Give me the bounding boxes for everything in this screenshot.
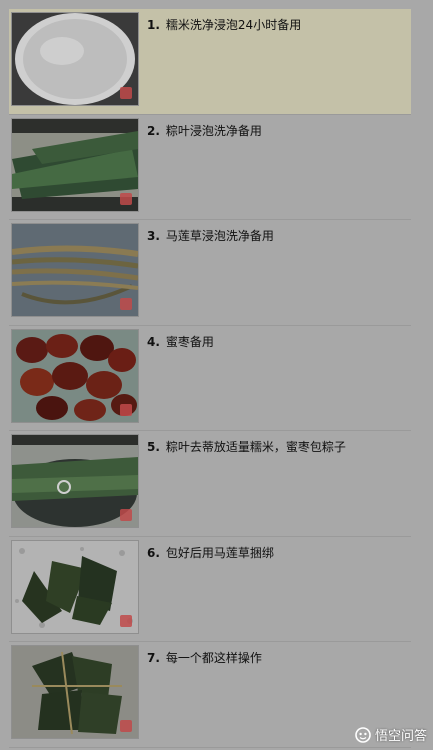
recipe-step[interactable]: 6. 包好后用马莲草捆绑 [9, 537, 411, 642]
step-description: 蜜枣备用 [165, 334, 214, 349]
recipe-step[interactable]: 4. 蜜枣备用 [9, 326, 411, 431]
recipe-step[interactable]: 1. 糯米洗净浸泡24小时备用 [9, 9, 411, 115]
brand-watermark: 悟空问答 [355, 725, 427, 744]
step-description: 包好后用马莲草捆绑 [165, 545, 274, 560]
step-text: 3. 马莲草浸泡洗净备用 [147, 228, 274, 244]
step-description: 粽叶浸泡洗净备用 [165, 123, 262, 138]
watermark-stamp [120, 192, 132, 205]
step-description: 糯米洗净浸泡24小时备用 [165, 18, 302, 32]
step-1-image[interactable] [11, 12, 139, 106]
step-2-image[interactable] [11, 117, 139, 212]
step-text: 7. 每一个都这样操作 [147, 650, 262, 666]
watermark-stamp [120, 614, 132, 627]
step-number: 2. [147, 123, 160, 138]
step-6-image[interactable] [11, 539, 139, 634]
watermark-stamp [120, 720, 132, 732]
step-description: 粽叶去蒂放适量糯米，蜜枣包粽子 [165, 440, 346, 454]
step-description: 马莲草浸泡洗净备用 [165, 229, 274, 243]
step-number: 5. [147, 440, 160, 454]
step-text: 5. 粽叶去蒂放适量糯米，蜜枣包粽子 [147, 439, 346, 455]
step-number: 7. [147, 651, 160, 665]
step-number: 4. [147, 334, 160, 349]
step-number: 3. [147, 229, 160, 243]
watermark-stamp [120, 403, 132, 416]
step-description: 每一个都这样操作 [165, 651, 262, 665]
watermark-stamp [120, 298, 132, 310]
step-4-image[interactable] [11, 328, 139, 423]
step-7-image[interactable] [11, 645, 139, 739]
step-number: 1. [147, 18, 160, 32]
step-text: 6. 包好后用马莲草捆绑 [147, 545, 274, 561]
wukong-icon [355, 726, 371, 743]
step-number: 6. [147, 545, 160, 560]
brand-label: 悟空问答 [374, 729, 427, 744]
recipe-step[interactable]: 3. 马莲草浸泡洗净备用 [9, 220, 411, 326]
recipe-step[interactable]: 2. 粽叶浸泡洗净备用 [9, 115, 411, 220]
recipe-step-list: 1. 糯米洗净浸泡24小时备用 2. 粽叶浸泡洗净备用 3. 马莲草浸泡洗净备用… [9, 9, 411, 748]
watermark-stamp [120, 87, 132, 99]
step-text: 2. 粽叶浸泡洗净备用 [147, 123, 262, 139]
recipe-step[interactable]: 5. 粽叶去蒂放适量糯米，蜜枣包粽子 [9, 431, 411, 537]
step-5-image[interactable] [11, 434, 139, 528]
step-3-image[interactable] [11, 223, 139, 317]
recipe-step[interactable]: 7. 每一个都这样操作 [9, 642, 411, 748]
watermark-stamp [120, 509, 132, 521]
step-text: 4. 蜜枣备用 [147, 334, 214, 350]
step-text: 1. 糯米洗净浸泡24小时备用 [147, 17, 301, 33]
